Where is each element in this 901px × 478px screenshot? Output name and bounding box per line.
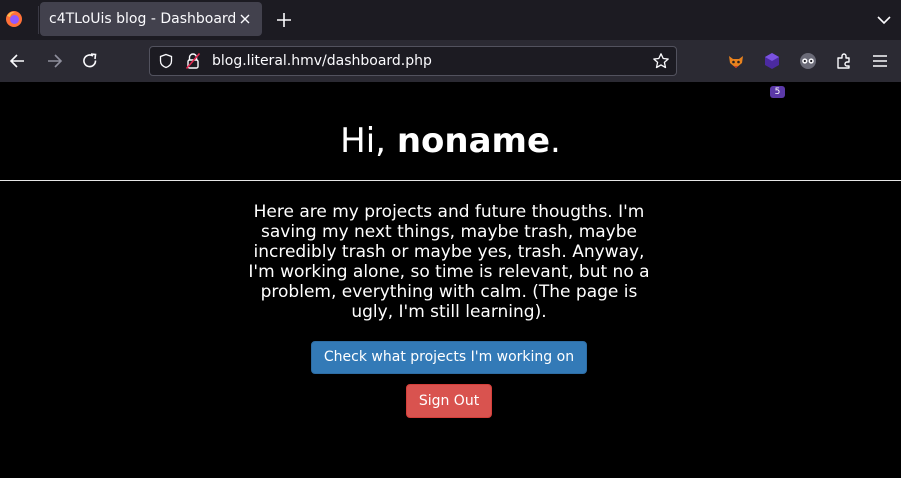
shield-icon[interactable] [158,53,174,69]
username: noname [396,121,551,161]
tab-strip: c4TLoUis blog - Dashboard [0,0,901,40]
puzzle-icon[interactable] [834,51,854,71]
navigation-toolbar: blog.literal.hmv/dashboard.php 5 [0,40,901,98]
tab-title: c4TLoUis blog - Dashboard [49,11,237,27]
greeting-prefix: Hi, [340,121,397,161]
address-bar[interactable]: blog.literal.hmv/dashboard.php [149,46,677,76]
forward-arrow-icon[interactable] [44,51,64,71]
extension-hex-icon[interactable] [762,51,782,71]
extension-fox-icon[interactable] [726,51,746,71]
close-icon[interactable] [238,12,252,26]
extension-mask-icon[interactable] [798,51,818,71]
greeting-suffix: . [550,121,561,161]
star-icon[interactable] [652,52,670,70]
tab-separator [38,6,39,34]
hamburger-menu-icon[interactable] [870,51,890,71]
reload-icon[interactable] [80,51,100,71]
firefox-logo-icon[interactable] [5,10,23,28]
chevron-down-icon[interactable] [875,11,893,29]
page-greeting: Hi, noname. [0,120,901,162]
tab-active[interactable]: c4TLoUis blog - Dashboard [40,2,262,36]
insecure-lock-icon[interactable] [185,52,201,70]
url-text[interactable]: blog.literal.hmv/dashboard.php [212,53,432,69]
extension-badge: 5 [770,86,785,98]
horizontal-rule [0,180,901,181]
projects-button[interactable]: Check what projects I'm working on [311,341,587,374]
sign-out-button[interactable]: Sign Out [406,384,492,418]
back-arrow-icon[interactable] [8,51,28,71]
plus-icon[interactable] [274,10,294,30]
intro-paragraph: Here are my projects and future thougths… [248,202,650,322]
